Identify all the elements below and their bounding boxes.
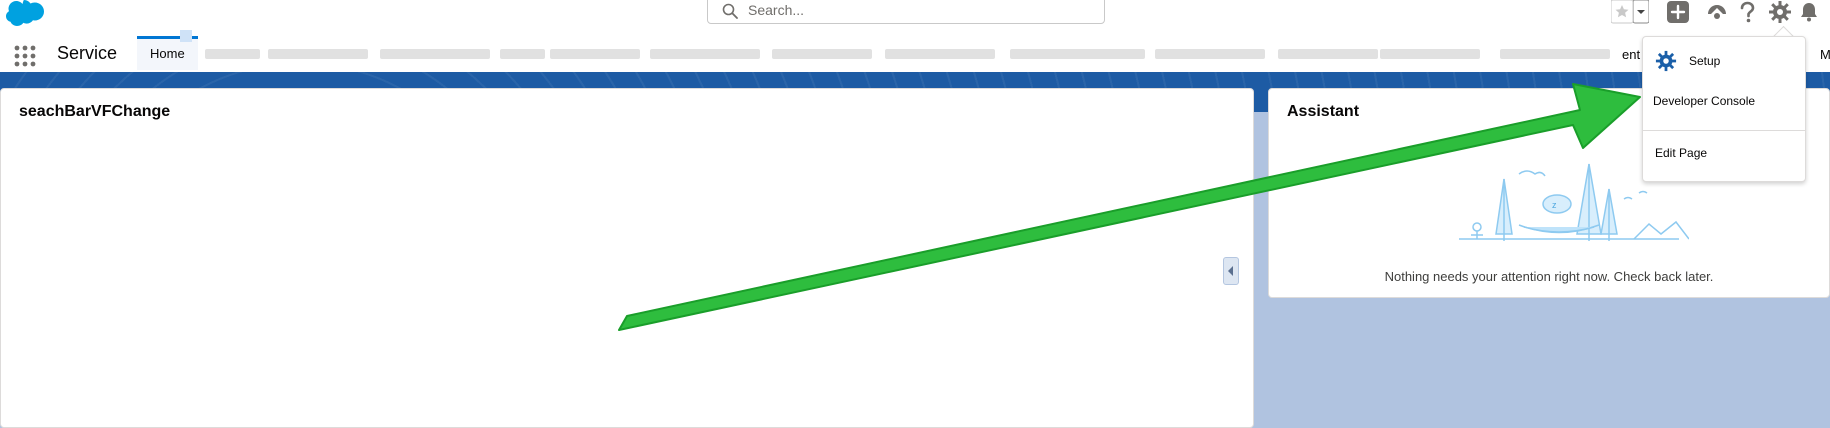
redacted-tab[interactable] [1380,49,1480,59]
favorites-dropdown-icon[interactable] [1633,0,1649,24]
redacted-tab[interactable] [885,49,995,59]
nav-tab-partial[interactable]: ent [1622,47,1640,62]
favorites-star-icon[interactable] [1611,0,1633,24]
redacted-tab[interactable] [380,49,490,59]
menu-item-setup[interactable]: Setup [1643,50,1805,74]
redacted-tab[interactable] [1155,49,1265,59]
redacted-tab[interactable] [1010,49,1145,59]
assistant-empty-message: Nothing needs your attention right now. … [1384,269,1714,284]
menu-divider [1643,130,1805,131]
collapse-panel-button[interactable] [1223,257,1239,285]
app-launcher-icon[interactable] [14,45,36,67]
menu-item-label: Developer Console [1653,94,1756,108]
notifications-bell-icon[interactable] [1798,0,1820,24]
salesforce-cloud-logo[interactable] [6,0,50,26]
redacted-tab[interactable] [1278,49,1378,59]
search-input[interactable] [746,0,1080,21]
redacted-tab[interactable] [772,49,872,59]
redacted-tab[interactable] [550,49,640,59]
visualforce-card: seachBarVFChange [0,88,1254,428]
redacted-tab[interactable] [268,49,368,59]
chevron-left-icon [1228,266,1233,276]
menu-item-edit-page[interactable]: Edit Page [1643,142,1805,166]
global-search[interactable] [707,0,1105,24]
menu-item-label: Setup [1689,54,1721,68]
trailhead-icon[interactable] [1705,0,1729,24]
app-name: Service [57,43,118,63]
svg-text:z: z [1552,200,1557,210]
setup-gear-icon[interactable] [1768,0,1792,24]
menu-item-developer-console[interactable]: Developer Console [1643,90,1805,114]
setup-gear-icon [1655,50,1677,72]
nav-tab-partial[interactable]: M [1820,47,1830,62]
blurred-tab-fragment [180,30,192,42]
help-icon[interactable] [1736,0,1758,24]
app-navigation-bar: Service Home ent M [0,30,1830,73]
redacted-tab[interactable] [650,49,760,59]
assistant-title: Assistant [1287,103,1360,120]
tab-home-label: Home [150,46,185,61]
redacted-tab[interactable] [205,49,260,59]
redacted-tab[interactable] [1500,49,1610,59]
redacted-tab[interactable] [500,49,545,59]
setup-menu: Setup Developer Console Edit Page [1642,36,1806,182]
menu-item-label: Edit Page [1655,146,1708,160]
global-actions-plus-icon[interactable] [1667,0,1689,24]
search-icon [722,3,738,19]
global-header [0,0,1830,34]
card-title: seachBarVFChange [19,103,171,120]
